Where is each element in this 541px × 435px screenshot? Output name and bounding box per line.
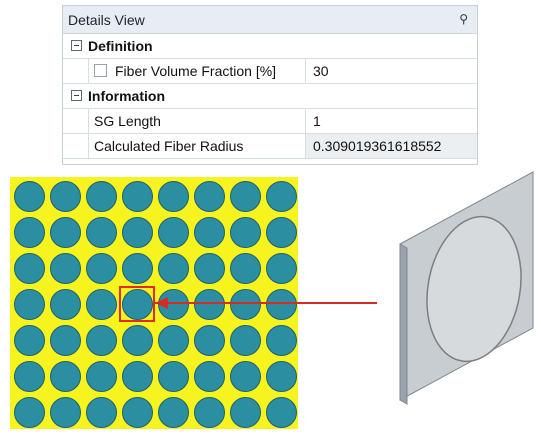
fiber-circle [86,325,117,356]
pin-icon[interactable]: ⚲ [459,12,468,26]
fiber-circle [122,325,153,356]
fiber-circle [266,217,297,248]
fiber-circle [158,397,189,428]
fiber-circle [14,325,45,356]
fiber-circle [50,397,81,428]
parameter-checkbox[interactable] [94,64,107,77]
fiber-volume-fraction-label: Fiber Volume Fraction [%] [115,63,277,79]
fiber-circle [50,361,81,392]
sg-length-name-cell: SG Length [88,109,306,133]
details-view-title: Details View [68,12,145,28]
row-gutter [63,59,88,83]
selected-fiber-highlight [119,286,155,322]
fiber-circle [230,253,261,284]
fiber-circle [86,397,117,428]
fiber-circle [194,181,225,212]
information-group-row[interactable]: Information [63,84,477,109]
fiber-circle [122,181,153,212]
fiber-circle [14,289,45,320]
information-group-label: Information [88,88,165,104]
fiber-circle [194,253,225,284]
row-gutter [63,109,88,133]
fiber-circle [230,325,261,356]
fiber-circle [194,325,225,356]
fiber-circle [230,217,261,248]
calculated-fiber-radius-label: Calculated Fiber Radius [94,138,244,154]
fiber-circle [266,361,297,392]
fiber-circle [50,253,81,284]
fiber-circle [158,217,189,248]
fiber-circle [50,325,81,356]
fiber-circle [266,325,297,356]
calculated-fiber-radius-row[interactable]: Calculated Fiber Radius 0.30901936161855… [63,134,477,159]
sg-length-row[interactable]: SG Length 1 [63,109,477,134]
fiber-circle [86,361,117,392]
fiber-circle [230,181,261,212]
fiber-circle [14,253,45,284]
collapse-icon[interactable] [71,90,82,101]
fiber-circle [14,397,45,428]
fiber-circle [194,217,225,248]
plate-edge [399,243,408,405]
definition-group-row[interactable]: Definition [63,34,477,59]
relationship-arrow-line [155,302,377,304]
fiber-circle [86,181,117,212]
fiber-circle [14,181,45,212]
fiber-circle [122,397,153,428]
row-gutter [63,134,88,158]
definition-group-label: Definition [88,38,153,54]
fiber-circle [230,397,261,428]
fiber-circle [230,361,261,392]
fiber-circle [50,289,81,320]
sg-length-value[interactable]: 1 [306,109,477,133]
fiber-circle [86,289,117,320]
fiber-plate-illustration [399,171,534,405]
fiber-circle [50,181,81,212]
sg-length-label: SG Length [94,113,161,129]
fiber-circle [158,253,189,284]
fiber-circle [14,361,45,392]
details-view-titlebar: Details View ⚲ [63,6,477,34]
fiber-circle [194,397,225,428]
fiber-circle [122,217,153,248]
fiber-circle [14,217,45,248]
fiber-circle [158,325,189,356]
fiber-circle [266,181,297,212]
fiber-circle [194,289,225,320]
fiber-circle [266,253,297,284]
fiber-circle [158,181,189,212]
calculated-fiber-radius-value: 0.309019361618552 [306,134,477,158]
fiber-volume-fraction-row[interactable]: Fiber Volume Fraction [%] 30 [63,59,477,84]
fiber-circle [122,253,153,284]
fiber-circle [122,361,153,392]
fiber-volume-fraction-value[interactable]: 30 [306,59,477,83]
fiber-circle [266,289,297,320]
relationship-arrow-head [155,297,168,309]
calculated-fiber-radius-name-cell: Calculated Fiber Radius [88,134,306,158]
fiber-circle [86,217,117,248]
fiber-circle [50,217,81,248]
fiber-circle [194,361,225,392]
fiber-circle [86,253,117,284]
fiber-volume-fraction-name-cell: Fiber Volume Fraction [%] [88,59,306,83]
fiber-circle [158,361,189,392]
fiber-circle [230,289,261,320]
fiber-circle [266,397,297,428]
details-view-panel: Details View ⚲ Definition Fiber Volume F… [62,5,478,165]
collapse-icon[interactable] [71,40,82,51]
